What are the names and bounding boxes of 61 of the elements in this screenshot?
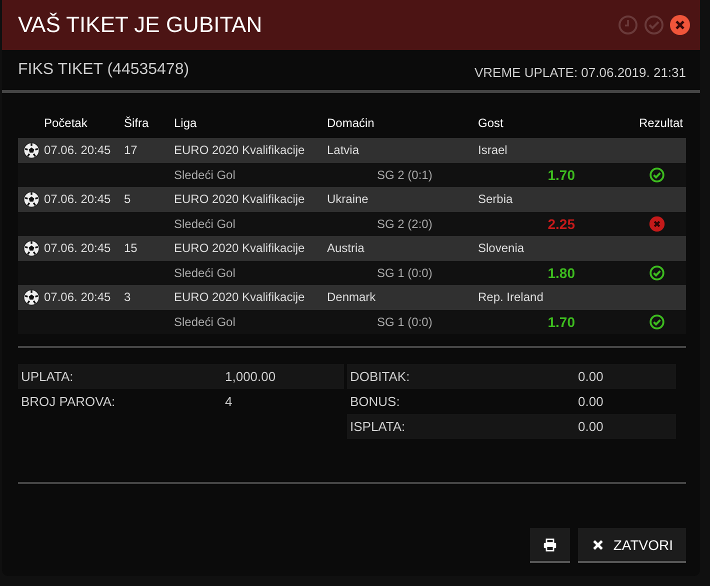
table-cell: Serbia <box>478 192 513 206</box>
odds-value: 2.25 <box>548 216 575 232</box>
print-button[interactable] <box>530 528 570 563</box>
summary-value: 0.00 <box>578 369 604 384</box>
close-icon <box>591 538 606 552</box>
football-icon <box>22 240 40 257</box>
table-cell: SG 1 (0:0) <box>377 266 432 280</box>
column-header: Rezultat <box>638 116 683 130</box>
table-cell: Austria <box>327 241 364 256</box>
summary-label: BONUS: <box>350 394 401 409</box>
table-cell: SG 2 (2:0) <box>377 216 432 231</box>
check-icon[interactable] <box>644 15 664 35</box>
table-cell: 15 <box>124 241 138 256</box>
column-header: Domaćin <box>327 116 374 130</box>
column-header: Gost <box>478 116 504 130</box>
table-cell: 07.06. 20:45 <box>44 143 111 158</box>
table-cell: Sledeći Gol <box>174 266 236 280</box>
ticket-name: FIKS TIKET (44535478) <box>18 61 190 79</box>
table-cell: 07.06. 20:45 <box>44 192 111 206</box>
table-cell: 07.06. 20:45 <box>44 241 111 256</box>
column-header: Početak <box>44 116 88 130</box>
table-cell: Ukraine <box>327 192 368 206</box>
column-header: Liga <box>174 116 197 130</box>
table-cell: 5 <box>124 192 131 206</box>
table-cell: Latvia <box>327 143 360 158</box>
payment-time: VREME UPLATE: 07.06.2019. 21:31 <box>474 64 686 80</box>
table-cell: EURO 2020 Kvalifikacije <box>174 241 305 256</box>
table-cell: Israel <box>478 143 508 158</box>
close-icon[interactable] <box>670 15 690 35</box>
window-title: VAŠ TIKET JE GUBITAN <box>18 12 262 38</box>
table-cell: SG 2 (0:1) <box>377 168 432 182</box>
summary-label: ISPLATA: <box>350 419 406 434</box>
table-cell: Sledeći Gol <box>174 168 236 182</box>
table-cell: Slovenia <box>478 241 524 256</box>
summary-label: DOBITAK: <box>350 369 411 384</box>
odds-value: 1.70 <box>548 314 575 330</box>
table-cell: EURO 2020 Kvalifikacije <box>174 143 305 158</box>
football-icon <box>22 142 40 159</box>
football-icon <box>22 288 40 306</box>
table-cell: 3 <box>124 290 131 304</box>
column-header: Šifra <box>124 116 149 130</box>
table-cell: Sledeći Gol <box>174 216 236 231</box>
odds-value: 1.80 <box>548 264 575 281</box>
summary-value: 0.00 <box>578 419 604 434</box>
summary-label: UPLATA: <box>21 369 74 384</box>
printer-icon <box>543 538 558 552</box>
summary-value: 0.00 <box>578 394 604 409</box>
table-cell: 17 <box>124 143 138 158</box>
summary-label: BROJ PAROVA: <box>21 394 116 409</box>
table-cell: Sledeći Gol <box>174 314 236 329</box>
table-cell: 07.06. 20:45 <box>44 290 111 304</box>
table-cell: Rep. Ireland <box>478 290 544 304</box>
summary-value: 4 <box>225 394 232 409</box>
table-cell: EURO 2020 Kvalifikacije <box>174 290 305 304</box>
table-cell: EURO 2020 Kvalifikacije <box>174 192 305 206</box>
odds-value: 1.70 <box>548 166 575 183</box>
table-cell: SG 1 (0:0) <box>377 314 432 329</box>
summary-value: 1,000.00 <box>225 369 276 384</box>
close-button[interactable]: ZATVORI <box>578 528 686 563</box>
football-icon <box>22 190 40 208</box>
table-cell: Denmark <box>327 290 376 304</box>
